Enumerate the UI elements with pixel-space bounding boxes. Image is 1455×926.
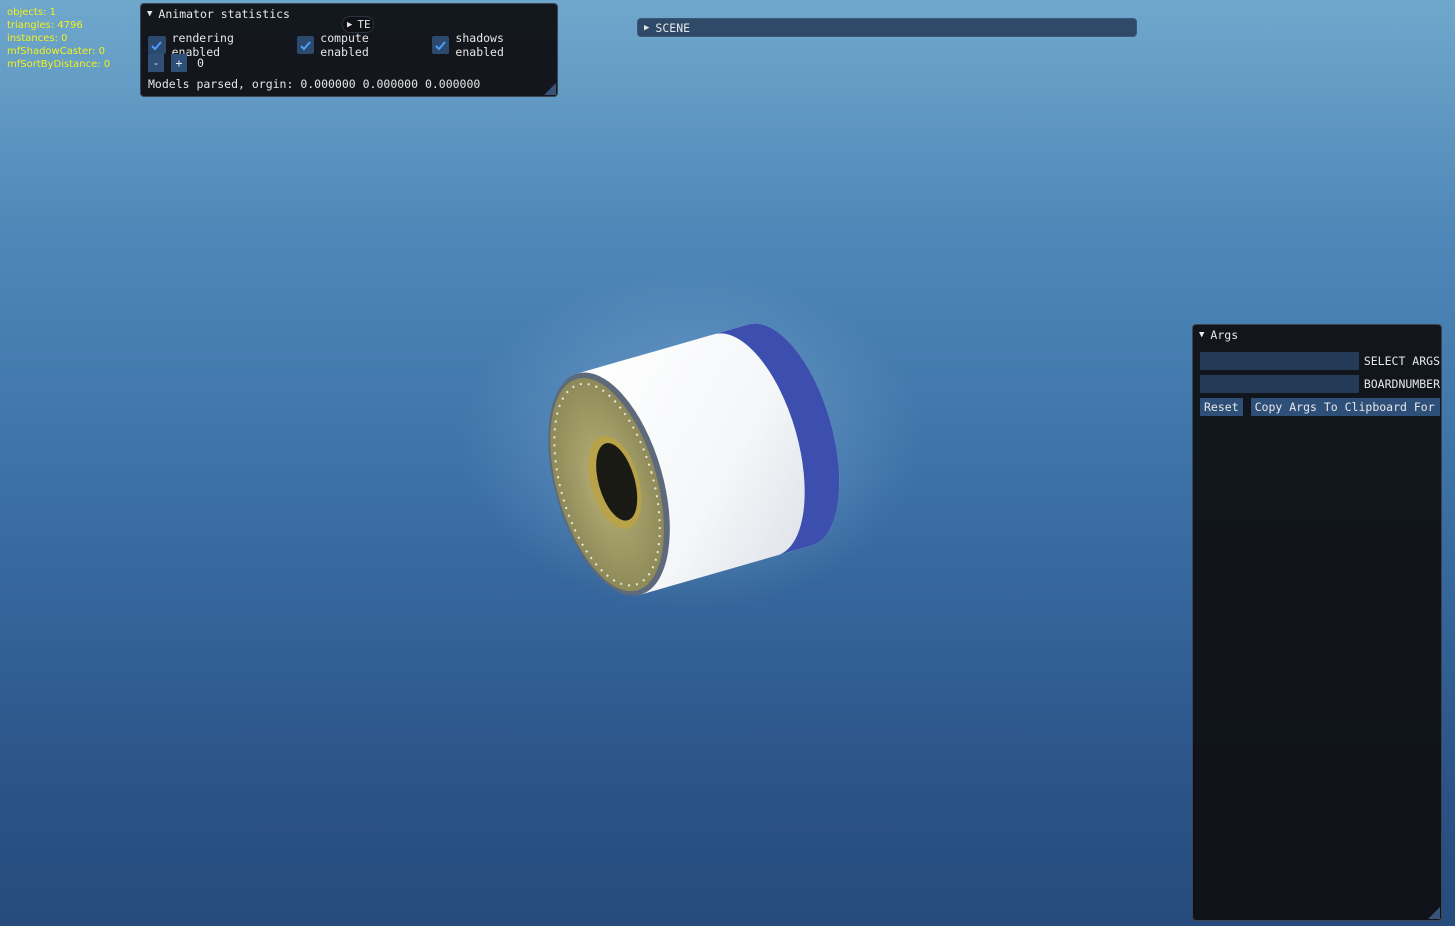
scene-window-title: SCENE (655, 20, 691, 35)
board-number-label: BOARDNUMBER (1363, 377, 1440, 391)
select-args-input[interactable] (1200, 352, 1359, 370)
compute-enabled-checkbox[interactable] (296, 36, 315, 54)
resize-grip[interactable] (544, 83, 556, 95)
animator-window-title: Animator statistics (158, 7, 290, 21)
rendering-enabled-checkbox[interactable] (148, 36, 166, 54)
expand-triangle-icon[interactable]: ▶ (644, 23, 649, 33)
check-icon (300, 40, 311, 50)
shadows-enabled-label: shadows enabled (455, 31, 504, 59)
counter-value: 0 (197, 56, 204, 70)
collapsed-te-title: TE (357, 18, 371, 31)
shadows-enabled-checkbox[interactable] (431, 36, 450, 54)
collapse-triangle-icon[interactable]: ▼ (147, 9, 152, 19)
check-icon (151, 40, 163, 50)
reset-button[interactable]: Reset (1200, 398, 1243, 416)
args-window-titlebar[interactable]: ▼ Args (1193, 325, 1441, 344)
collapsed-te-window[interactable]: ▶ TE (342, 16, 374, 33)
decrement-button[interactable]: - (148, 54, 164, 72)
check-icon (435, 40, 446, 50)
models-parsed-text: Models parsed, orgin: 0.000000 0.000000 … (148, 77, 481, 91)
scene-window-titlebar[interactable]: ▶ SCENE (638, 19, 1136, 36)
increment-button[interactable]: + (171, 54, 187, 72)
expand-triangle-icon[interactable]: ▶ (347, 20, 352, 30)
animator-statistics-window[interactable]: ▼ Animator statistics rendering enabled … (140, 3, 558, 97)
board-number-input[interactable] (1200, 375, 1359, 393)
copy-args-button[interactable]: Copy Args To Clipboard For E (1250, 398, 1440, 416)
resize-grip[interactable] (1428, 907, 1440, 919)
args-window-title: Args (1210, 327, 1239, 342)
compute-enabled-label: compute enabled (320, 31, 369, 59)
select-args-label: SELECT ARGS (1363, 354, 1440, 368)
scene-window[interactable]: ▶ SCENE (637, 18, 1137, 37)
args-window[interactable]: ▼ Args SELECT ARGS BOARDNUMBER Reset Cop… (1192, 324, 1442, 921)
collapse-triangle-icon[interactable]: ▼ (1199, 330, 1204, 340)
